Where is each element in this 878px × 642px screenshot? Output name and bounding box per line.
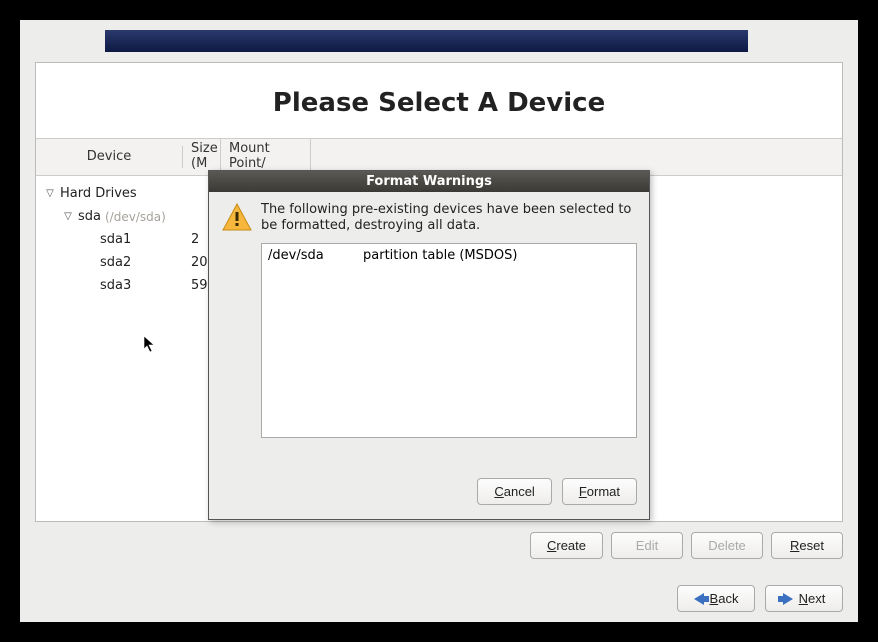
header-banner bbox=[105, 30, 748, 52]
expander-icon[interactable]: ▽ bbox=[44, 188, 56, 199]
tree-label: sda bbox=[78, 209, 101, 224]
back-button[interactable]: Back bbox=[677, 585, 755, 612]
tree-label: Hard Drives bbox=[60, 186, 137, 201]
warning-icon bbox=[221, 202, 253, 234]
tree-size: 59 bbox=[191, 278, 208, 293]
next-button[interactable]: Next bbox=[765, 585, 843, 612]
partition-action-bar: Create Edit Delete Reset bbox=[530, 532, 843, 559]
page-title: Please Select A Device bbox=[36, 63, 842, 138]
dialog-button-bar: Cancel Format bbox=[221, 478, 637, 505]
installer-main-window: Please Select A Device Device Size (M Mo… bbox=[20, 20, 858, 622]
list-item[interactable]: /dev/sda partition table (MSDOS) bbox=[268, 248, 630, 263]
tree-size: 20 bbox=[191, 255, 208, 270]
arrow-left-icon bbox=[694, 593, 704, 605]
arrow-right-icon bbox=[783, 593, 793, 605]
tree-size: 2 bbox=[191, 232, 199, 247]
device-path: /dev/sda bbox=[268, 248, 363, 263]
tree-subtext: (/dev/sda) bbox=[105, 210, 166, 224]
tree-label: sda3 bbox=[100, 278, 131, 293]
delete-button: Delete bbox=[691, 532, 763, 559]
device-desc: partition table (MSDOS) bbox=[363, 248, 517, 263]
dialog-body: The following pre-existing devices have … bbox=[209, 192, 649, 519]
tree-label: sda1 bbox=[100, 232, 131, 247]
edit-button: Edit bbox=[611, 532, 683, 559]
wizard-nav-bar: Back Next bbox=[677, 585, 843, 612]
col-device: Device bbox=[36, 146, 183, 169]
create-button[interactable]: Create bbox=[530, 532, 603, 559]
cancel-button[interactable]: Cancel bbox=[477, 478, 551, 505]
format-device-list[interactable]: /dev/sda partition table (MSDOS) bbox=[261, 243, 637, 438]
format-warnings-dialog: Format Warnings The following pre-existi… bbox=[208, 170, 650, 520]
reset-button[interactable]: Reset bbox=[771, 532, 843, 559]
tree-label: sda2 bbox=[100, 255, 131, 270]
dialog-message: The following pre-existing devices have … bbox=[261, 202, 637, 235]
format-button[interactable]: Format bbox=[562, 478, 637, 505]
dialog-title: Format Warnings bbox=[209, 171, 649, 192]
expander-icon[interactable]: ▽ bbox=[62, 211, 74, 222]
